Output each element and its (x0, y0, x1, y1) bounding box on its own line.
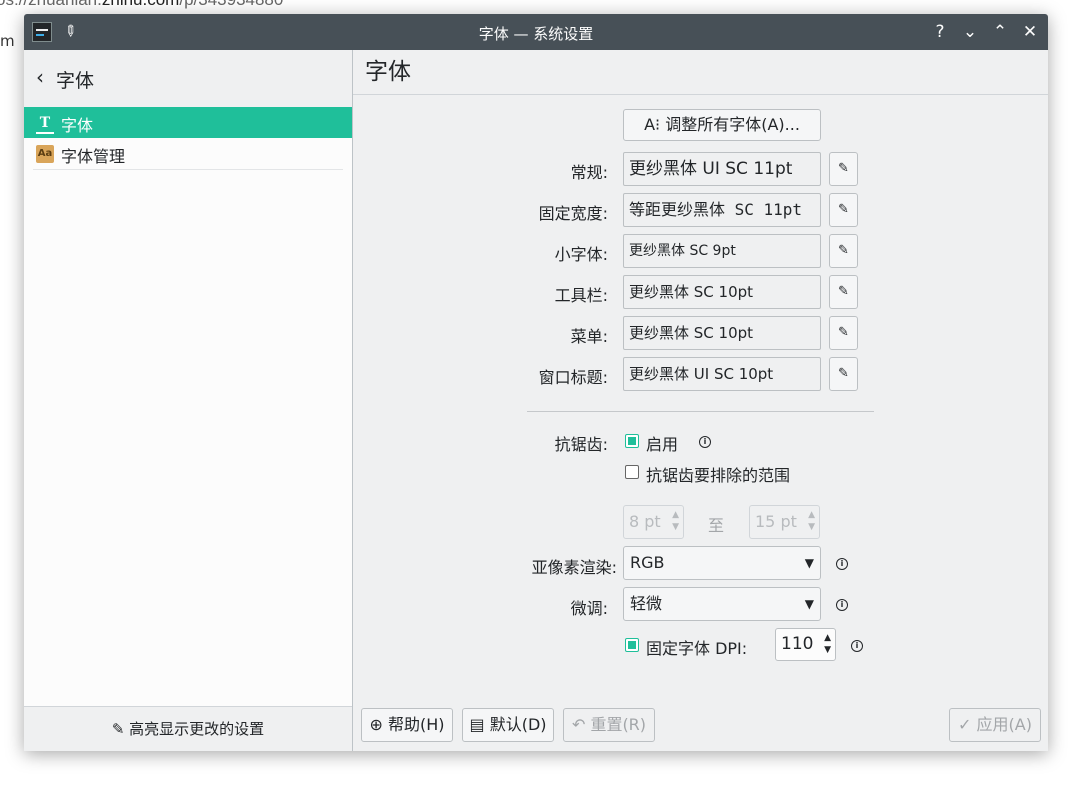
settings-window: ✎ 字体 — 系统设置 ? ⌄ ⌃ ✕ ‹ 字体 T 字体 Aa 字体管理 ✎ … (24, 14, 1048, 751)
font-icon: T (36, 114, 54, 134)
hinting-dropdown[interactable]: 轻微 ▼ (623, 587, 821, 621)
sidebar-header: ‹ 字体 (24, 50, 352, 108)
spin-arrows-icon: ▲ ▼ (808, 510, 815, 532)
exclude-to-spinbox: 15 pt ▲ ▼ (749, 505, 820, 539)
apply-button-label: 应用(A) (976, 715, 1032, 734)
font-label-menu: 菜单: (570, 327, 608, 346)
antialias-label: 抗锯齿: (554, 435, 608, 454)
help-button-icon: ⊕ (369, 715, 383, 734)
highlight-icon: ✎ (111, 720, 125, 738)
reset-button-label: 重置(R) (590, 715, 647, 734)
pencil-icon: ✎ (838, 284, 849, 299)
font-label-general: 常规: (570, 163, 608, 182)
font-field-menu: 更纱黑体 SC 10pt (623, 316, 821, 350)
main-panel: 字体 A⁝ 调整所有字体(A)... 常规: 更纱黑体 UI SC 11pt ✎… (353, 50, 1048, 751)
highlight-changes-label: 高亮显示更改的设置 (129, 720, 265, 738)
highlight-changes-button[interactable]: ✎ 高亮显示更改的设置 (24, 706, 352, 751)
font-field-fixed: 等距更纱黑体 SC 11pt (623, 193, 821, 227)
pencil-icon: ✎ (838, 161, 849, 176)
range-to-label: 至 (708, 516, 725, 535)
sidebar-item-font-management[interactable]: Aa 字体管理 (33, 138, 343, 170)
page-title: 字体 (353, 50, 1048, 95)
info-icon[interactable]: i (851, 640, 863, 652)
font-label-fixed: 固定宽度: (538, 204, 608, 223)
info-icon[interactable]: i (699, 436, 711, 448)
info-icon[interactable]: i (836, 599, 848, 611)
subpixel-value: RGB (630, 553, 665, 572)
fixed-dpi-checkbox[interactable] (625, 638, 639, 652)
separator (527, 411, 874, 412)
exclude-to-value: 15 pt (755, 512, 797, 531)
sidebar: ‹ 字体 T 字体 Aa 字体管理 ✎ 高亮显示更改的设置 (24, 50, 353, 751)
font-field-window-title: 更纱黑体 UI SC 10pt (623, 357, 821, 391)
subpixel-dropdown[interactable]: RGB ▼ (623, 546, 821, 580)
adjust-all-fonts-button[interactable]: A⁝ 调整所有字体(A)... (623, 109, 821, 141)
hinting-value: 轻微 (630, 594, 663, 613)
edit-font-fixed-button[interactable]: ✎ (829, 193, 858, 227)
defaults-button[interactable]: ▤ 默认(D) (462, 708, 554, 742)
antialias-exclude-label[interactable]: 抗锯齿要排除的范围 (646, 462, 790, 486)
fixed-dpi-label[interactable]: 固定字体 DPI: (646, 635, 747, 659)
antialias-checkbox[interactable] (625, 434, 639, 448)
chevron-down-icon: ▼ (804, 597, 814, 611)
dpi-value: 110 (781, 634, 814, 654)
chevron-down-icon: ▼ (804, 556, 814, 570)
hinting-label: 微调: (570, 599, 608, 618)
title-bar[interactable]: ✎ 字体 — 系统设置 ? ⌄ ⌃ ✕ (24, 14, 1048, 50)
sidebar-item-fonts[interactable]: T 字体 (24, 107, 352, 138)
font-label-small: 小字体: (554, 245, 608, 264)
font-label-toolbar: 工具栏: (554, 286, 608, 305)
font-field-small: 更纱黑体 SC 9pt (623, 234, 821, 268)
edit-font-small-button[interactable]: ✎ (829, 234, 858, 268)
antialias-exclude-checkbox[interactable] (625, 465, 639, 479)
background-text-fragment: m (0, 32, 15, 50)
background-url: os://zhuanlan.zhihu.com/p/343934880 (0, 0, 283, 10)
font-field-toolbar: 更纱黑体 SC 10pt (623, 275, 821, 309)
maximize-icon[interactable]: ⌃ (988, 20, 1012, 44)
document-icon: ▤ (469, 715, 485, 734)
pencil-icon: ✎ (838, 202, 849, 217)
edit-font-general-button[interactable]: ✎ (829, 152, 858, 186)
sidebar-item-label: 字体 (61, 116, 94, 135)
pencil-icon: ✎ (838, 243, 849, 258)
spin-arrows-icon: ▲ ▼ (672, 510, 679, 532)
pencil-icon: ✎ (838, 366, 849, 381)
sidebar-item-label: 字体管理 (61, 147, 126, 166)
minimize-icon[interactable]: ⌄ (958, 20, 982, 44)
font-field-general: 更纱黑体 UI SC 11pt (623, 152, 821, 186)
font-management-icon: Aa (36, 145, 54, 163)
help-button[interactable]: ⊕ 帮助(H) (361, 708, 453, 742)
sidebar-title: 字体 (56, 70, 95, 92)
spin-arrows-icon[interactable]: ▲ ▼ (824, 632, 831, 656)
font-label-window-title: 窗口标题: (538, 368, 608, 387)
subpixel-label: 亚像素渲染: (531, 558, 617, 577)
antialias-enable-label[interactable]: 启用 (646, 431, 678, 455)
background-panel-edge (1047, 70, 1070, 100)
exclude-from-value: 8 pt (629, 512, 661, 531)
defaults-button-label: 默认(D) (489, 715, 547, 734)
pencil-icon: ✎ (838, 325, 849, 340)
undo-icon: ↶ (571, 715, 586, 734)
help-button-label: 帮助(H) (387, 715, 445, 734)
close-icon[interactable]: ✕ (1018, 20, 1042, 44)
edit-font-window-title-button[interactable]: ✎ (829, 357, 858, 391)
edit-font-menu-button[interactable]: ✎ (829, 316, 858, 350)
window-title: 字体 — 系统设置 (478, 25, 594, 43)
back-icon[interactable]: ‹ (36, 65, 44, 89)
dpi-spinbox[interactable]: 110 ▲ ▼ (775, 628, 836, 661)
reset-button[interactable]: ↶ 重置(R) (563, 708, 655, 742)
info-icon[interactable]: i (836, 558, 848, 570)
exclude-from-spinbox: 8 pt ▲ ▼ (623, 505, 684, 539)
edit-font-toolbar-button[interactable]: ✎ (829, 275, 858, 309)
help-icon[interactable]: ? (928, 20, 952, 44)
check-icon: ✓ (958, 715, 972, 734)
apply-button[interactable]: ✓ 应用(A) (949, 708, 1041, 742)
